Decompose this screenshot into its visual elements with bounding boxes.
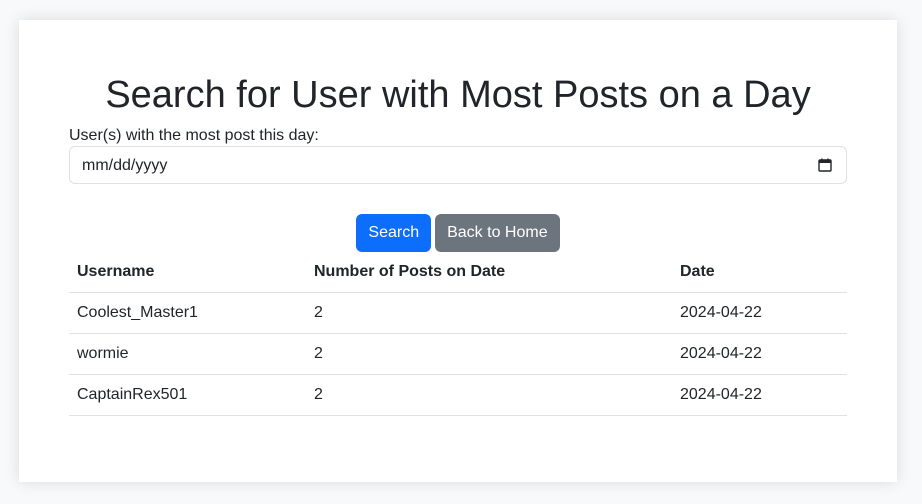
cell-post-count: 2 bbox=[306, 292, 672, 334]
column-header-username: Username bbox=[69, 252, 306, 293]
search-button[interactable]: Search bbox=[356, 214, 432, 252]
date-input[interactable]: mm/dd/yyyy bbox=[69, 146, 847, 184]
cell-username: CaptainRex501 bbox=[69, 374, 306, 416]
main-card: Search for User with Most Posts on a Day… bbox=[19, 20, 897, 482]
cell-post-count: 2 bbox=[306, 374, 672, 416]
cell-date: 2024-04-22 bbox=[672, 374, 847, 416]
back-to-home-button[interactable]: Back to Home bbox=[435, 214, 560, 252]
table-header-row: Username Number of Posts on Date Date bbox=[69, 252, 847, 293]
cell-username: Coolest_Master1 bbox=[69, 292, 306, 334]
cell-date: 2024-04-22 bbox=[672, 292, 847, 334]
table-row: Coolest_Master1 2 2024-04-22 bbox=[69, 292, 847, 334]
date-input-placeholder: mm/dd/yyyy bbox=[82, 157, 168, 174]
results-table: Username Number of Posts on Date Date Co… bbox=[69, 252, 847, 416]
page-title: Search for User with Most Posts on a Day bbox=[105, 74, 811, 116]
date-field-label: User(s) with the most post this day: bbox=[69, 127, 319, 144]
calendar-icon[interactable] bbox=[818, 158, 832, 172]
table-row: CaptainRex501 2 2024-04-22 bbox=[69, 374, 847, 416]
cell-post-count: 2 bbox=[306, 333, 672, 375]
column-header-date: Date bbox=[672, 252, 847, 293]
cell-username: wormie bbox=[69, 333, 306, 375]
button-group: Search Back to Home bbox=[69, 214, 847, 252]
table-row: wormie 2 2024-04-22 bbox=[69, 333, 847, 375]
column-header-post-count: Number of Posts on Date bbox=[306, 252, 672, 293]
cell-date: 2024-04-22 bbox=[672, 333, 847, 375]
